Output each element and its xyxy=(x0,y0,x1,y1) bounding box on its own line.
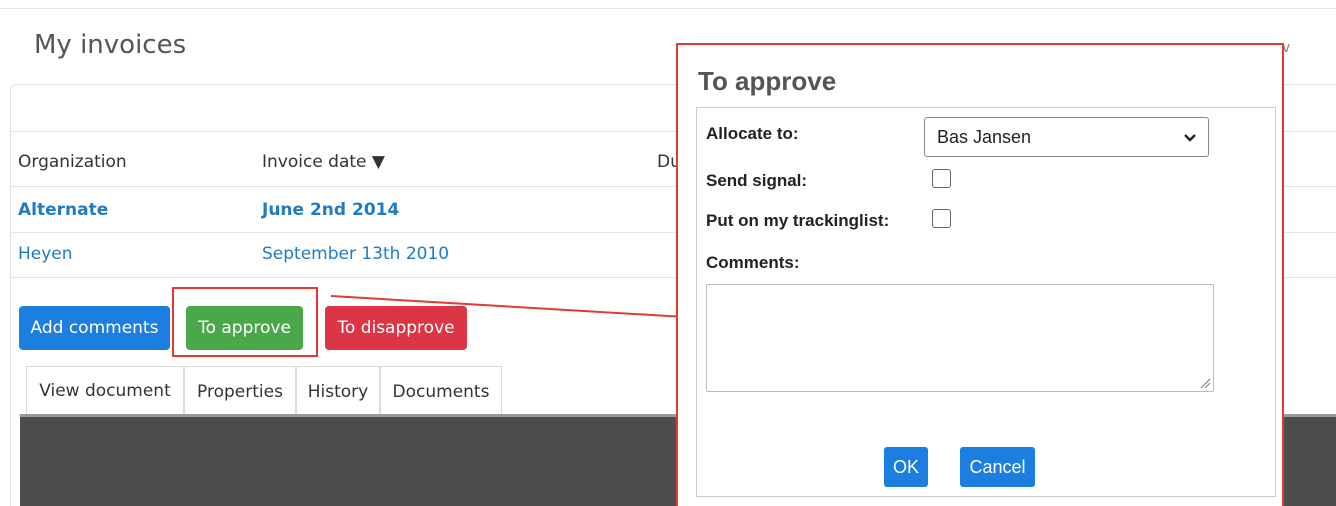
cancel-button[interactable]: Cancel xyxy=(960,447,1035,487)
allocate-select[interactable]: Bas Jansen xyxy=(924,117,1209,157)
tracking-label: Put on my trackinglist: xyxy=(706,211,890,230)
tab-view-document[interactable]: View document xyxy=(26,366,184,416)
tab-history[interactable]: History xyxy=(296,366,380,416)
ok-button[interactable]: OK xyxy=(884,447,928,487)
send-signal-checkbox[interactable] xyxy=(932,169,951,188)
send-signal-label: Send signal: xyxy=(706,171,808,190)
comments-label: Comments: xyxy=(706,253,800,272)
tab-properties[interactable]: Properties xyxy=(184,366,296,416)
dialog-title: To approve xyxy=(698,66,837,96)
resize-grip-icon[interactable] xyxy=(1199,377,1211,389)
allocate-select-value: Bas Jansen xyxy=(937,126,1032,147)
comments-textarea[interactable] xyxy=(706,284,1214,392)
chevron-down-icon xyxy=(1184,134,1196,142)
trackinglist-checkbox[interactable] xyxy=(932,209,951,228)
allocate-label: Allocate to: xyxy=(706,124,799,143)
arrow-right-icon xyxy=(330,295,740,328)
tab-documents[interactable]: Documents xyxy=(380,366,502,416)
